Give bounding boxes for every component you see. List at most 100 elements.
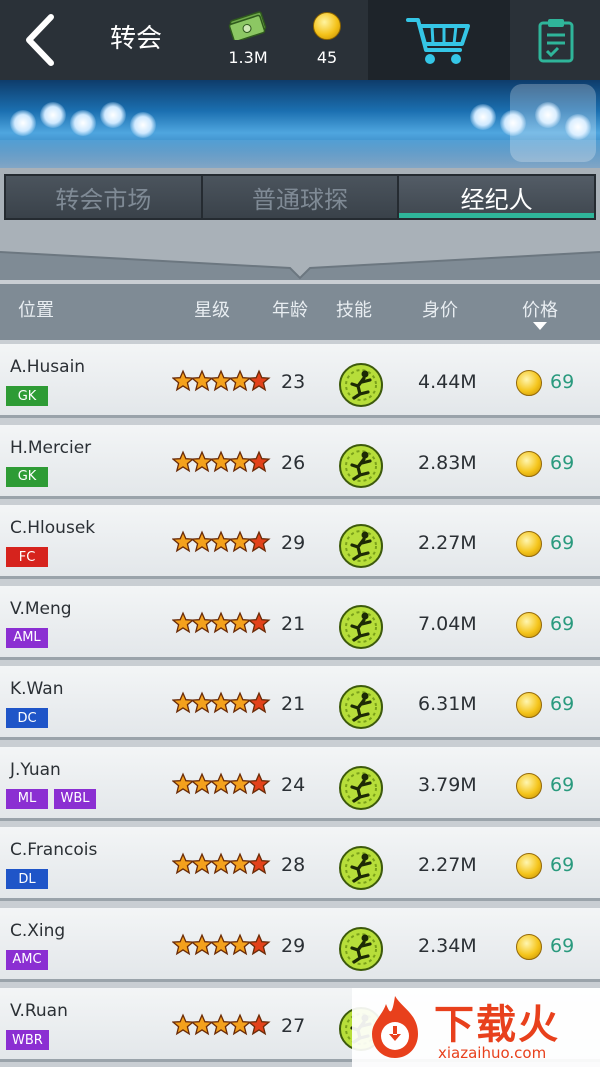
star-icon <box>247 610 271 633</box>
star-icon <box>247 530 271 553</box>
position-badges: GK <box>6 466 48 487</box>
position-badges: GK <box>6 386 48 406</box>
skill-icon[interactable] <box>338 523 384 569</box>
position-badges: DC <box>6 708 48 728</box>
star-rating <box>172 691 271 714</box>
sort-desc-icon <box>533 322 547 330</box>
col-skill[interactable]: 技能 <box>336 296 372 322</box>
position-badges: ML WBL <box>6 788 96 809</box>
shopping-cart-icon <box>406 18 470 64</box>
star-icon <box>209 610 233 633</box>
player-value: 2.27M <box>418 532 477 554</box>
tab-scout[interactable]: 普通球探 <box>202 176 400 218</box>
star-icon <box>190 691 214 714</box>
table-row[interactable]: V.Meng AML 21 7.04M 69 <box>0 585 600 660</box>
skill-icon[interactable] <box>338 845 384 891</box>
player-name: J.Yuan <box>10 759 61 780</box>
tab-bar: 转会市场 普通球探 经纪人 <box>4 174 596 220</box>
star-rating <box>172 771 271 794</box>
player-age: 24 <box>281 773 306 796</box>
position-badge: GK <box>6 466 48 487</box>
position-badge: GK <box>6 386 48 406</box>
star-icon <box>209 691 233 714</box>
star-icon <box>247 691 271 714</box>
watermark-url: xiazaihuo.com <box>438 1044 547 1062</box>
coin-icon <box>516 933 542 960</box>
star-icon <box>209 530 233 553</box>
skill-icon[interactable] <box>338 443 384 489</box>
table-row[interactable]: C.Francois DL 28 2.27M 69 <box>0 827 600 901</box>
star-icon <box>228 369 252 392</box>
tab-agent[interactable]: 经纪人 <box>399 176 595 218</box>
player-price: 69 <box>550 934 575 957</box>
star-icon <box>190 449 214 472</box>
player-price: 69 <box>550 451 575 474</box>
position-badges: AMC <box>6 949 48 970</box>
table-row[interactable]: C.Hlousek FC 29 2.27M 69 <box>0 505 600 579</box>
star-rating <box>172 369 271 392</box>
coin-icon <box>516 853 542 879</box>
player-price: 69 <box>550 532 575 554</box>
star-icon <box>247 852 271 875</box>
coin-icon <box>516 611 542 638</box>
star-icon <box>247 1013 271 1036</box>
skill-icon[interactable] <box>338 604 384 650</box>
table-row[interactable]: J.Yuan ML WBL 24 3.79M 69 <box>0 746 600 821</box>
star-rating <box>172 1013 271 1036</box>
star-icon <box>228 771 252 794</box>
stadium-light <box>470 104 496 130</box>
coin-icon <box>516 450 542 477</box>
position-badge: AMC <box>6 949 48 970</box>
star-icon <box>247 771 271 794</box>
skill-icon[interactable] <box>338 362 384 408</box>
skill-icon[interactable] <box>338 926 384 972</box>
col-position[interactable]: 位置 <box>18 296 54 322</box>
col-age[interactable]: 年龄 <box>272 296 308 322</box>
star-icon <box>209 932 233 955</box>
back-button[interactable] <box>0 0 80 80</box>
player-name: V.Meng <box>10 598 72 619</box>
cash-amount: 1.3M <box>228 48 268 67</box>
player-price: 69 <box>550 854 575 876</box>
star-icon <box>190 852 214 875</box>
page-title: 转会 <box>110 24 163 54</box>
col-price[interactable]: 价格 <box>522 296 558 322</box>
clipboard-button[interactable] <box>512 0 600 80</box>
star-icon <box>228 852 252 875</box>
coin-icon <box>516 370 542 396</box>
table-row[interactable]: H.Mercier GK 26 2.83M 69 <box>0 424 600 499</box>
star-icon <box>247 369 271 392</box>
col-stars[interactable]: 星级 <box>194 296 230 322</box>
star-icon <box>190 369 214 392</box>
star-rating <box>172 449 271 472</box>
star-icon <box>228 449 252 472</box>
flame-logo-icon <box>372 996 418 1058</box>
shop-cart-button[interactable] <box>368 0 510 80</box>
star-rating <box>172 932 271 955</box>
player-value: 4.44M <box>418 371 477 393</box>
col-value[interactable]: 身价 <box>422 296 458 322</box>
player-name: C.Xing <box>10 920 66 941</box>
stadium-light <box>40 102 66 128</box>
coin-icon <box>516 692 542 718</box>
player-value: 3.79M <box>418 773 477 796</box>
skill-icon[interactable] <box>338 684 384 730</box>
star-icon <box>172 932 195 955</box>
star-icon <box>247 932 271 955</box>
star-icon <box>172 610 195 633</box>
star-icon <box>172 852 195 875</box>
star-icon <box>172 691 195 714</box>
table-row[interactable]: A.Husain GK 23 4.44M 69 <box>0 344 600 418</box>
skill-icon[interactable] <box>338 765 384 811</box>
star-rating <box>172 610 271 633</box>
tab-pointer <box>0 251 600 280</box>
table-row[interactable]: K.Wan DC 21 6.31M 69 <box>0 666 600 740</box>
player-price: 69 <box>550 612 575 635</box>
star-icon <box>172 1013 195 1036</box>
star-icon <box>190 771 214 794</box>
table-row[interactable]: C.Xing AMC 29 2.34M 69 <box>0 907 600 982</box>
position-badge: WBL <box>54 788 96 809</box>
tab-transfer-market[interactable]: 转会市场 <box>6 176 203 218</box>
star-icon <box>172 530 195 553</box>
player-age: 21 <box>281 612 306 635</box>
